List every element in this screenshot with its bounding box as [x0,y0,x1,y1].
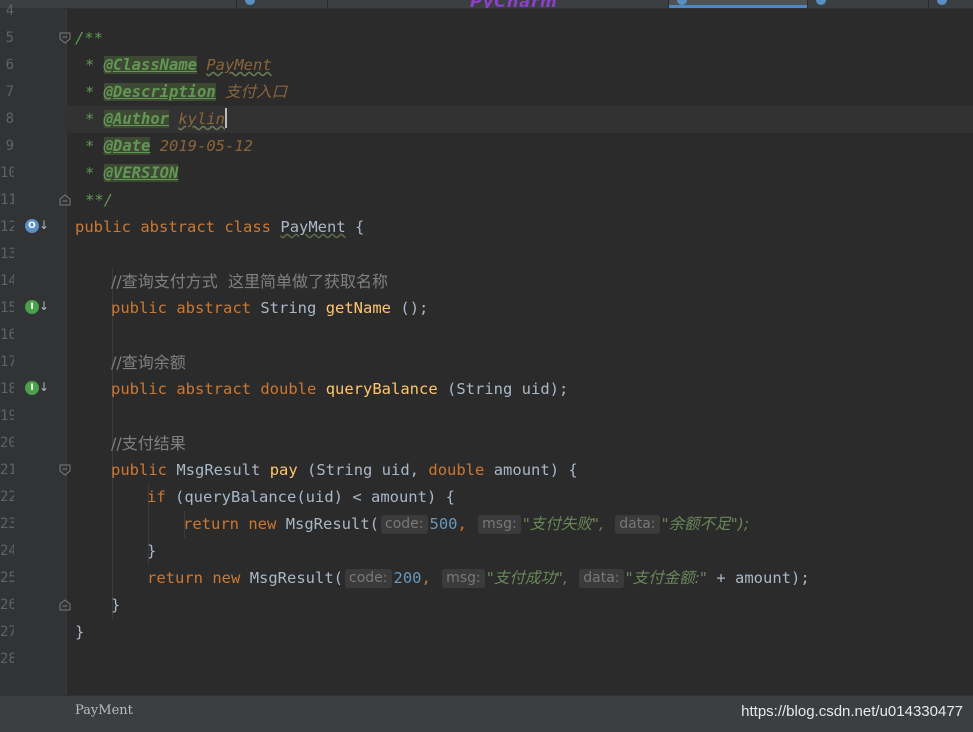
code-line-20: //支付结果 [111,430,186,457]
has-implementations-icon[interactable]: O ↓ [25,218,49,236]
implemented-method-icon[interactable]: I ↓ [25,380,49,398]
line-number: 24 [0,543,14,559]
watermark-text: https://blog.csdn.net/u014330477 [741,703,963,720]
doc-comment-open: /** [75,29,103,47]
line-number: 12 [0,219,14,235]
doc-tag: @Date [103,137,151,155]
code-line-9: * @Date 2019-05-12 [85,137,254,155]
line-number: 28 [0,651,14,667]
line-number: 14 [0,273,14,289]
code-line-10: * @VERSION [85,164,179,182]
line-comment: //支付结果 [111,434,186,453]
code-line-7: * @Description 支付入口 [85,83,288,101]
doc-value: 支付入口 [225,83,288,101]
parameter-hint: msg: [478,515,521,534]
code-line-17: //查询余额 [111,349,186,376]
code-line-23: return new MsgResult(code: 500, msg: "支付失败… [183,515,750,534]
line-number: 26 [0,597,14,613]
doc-tag: @Author [103,110,169,128]
code-line-14: //查询支付方式 这里简单做了获取名称 [111,268,388,295]
method-name: queryBalance [325,380,438,398]
code-line-6: * @ClassName PayMent [85,56,272,74]
java-file-icon [245,0,255,5]
code-line-11: **/ [85,187,113,214]
line-number: 20 [0,435,14,451]
line-number: 4 [5,3,14,19]
code-line-5: /** [75,25,103,52]
line-comment: //查询支付方式 这里简单做了获取名称 [111,272,388,291]
overlay-logo: PyCharm [470,0,582,8]
code-editor[interactable]: /** * @ClassName PayMent * @Description … [66,9,973,695]
parameter-hint: msg: [442,569,485,588]
editor-tab[interactable] [808,0,929,8]
doc-value: PayMent [206,56,272,74]
doc-tag: @Description [103,83,216,101]
line-number: 25 [0,570,14,586]
line-number: 23 [0,516,14,532]
line-number: 27 [0,624,14,640]
java-file-icon [937,0,947,5]
line-number: 22 [0,489,14,505]
editor-tab-active[interactable] [669,0,808,8]
editor-breadcrumb-bar: PayMent https://blog.csdn.net/u014330477 [0,695,973,732]
line-number: 5 [5,30,14,46]
doc-value: kylin [178,110,226,128]
doc-value: 2019-05-12 [159,137,254,155]
editor-tab[interactable] [929,0,973,8]
code-line-25: return new MsgResult(code: 200, msg: "支付成功… [147,569,810,588]
code-line-18: public abstract double queryBalance (Str… [111,380,569,398]
editor-tab[interactable] [237,0,328,8]
code-line-21: public MsgResult pay (String uid, double… [111,461,578,479]
code-line-26: } [111,596,121,614]
code-line-27: } [75,623,85,641]
code-line-22: if (queryBalance(uid) < amount) { [147,488,455,506]
editor-tab-bar: PyCharm [0,0,973,9]
line-number: 13 [0,246,14,262]
implemented-method-icon[interactable]: I ↓ [25,299,49,317]
line-number: 17 [0,354,14,370]
class-name: PayMent [280,218,346,236]
line-number: 16 [0,327,14,343]
line-number: 9 [5,138,14,154]
parameter-hint: data: [579,569,624,588]
line-number: 10 [0,165,14,181]
line-number: 11 [0,192,14,208]
line-number: 18 [0,381,14,397]
parameter-hint: data: [615,515,660,534]
line-number: 21 [0,462,14,478]
doc-tag: @ClassName [103,56,197,74]
editor-tab[interactable] [0,0,237,8]
line-number: 6 [5,57,14,73]
java-file-icon [816,0,826,5]
method-name: pay [269,461,298,479]
parameter-hint: code: [381,515,428,534]
parameter-hint: code: [345,569,392,588]
line-number: 8 [5,111,14,127]
code-line-8: * @Author kylin [85,108,228,128]
code-line-24: } [147,542,157,560]
line-comment: //查询余额 [111,353,186,372]
code-line-15: public abstract String getName (); [111,299,429,317]
method-name: getName [325,299,392,317]
doc-comment-close: **/ [85,191,113,209]
code-line-12: public abstract class PayMent { [75,218,365,236]
line-number-gutter[interactable]: 4 5 6 7 8 9 10 11 12 13 14 15 16 17 18 19 20 21 22 23 24 25 26… [0,3,71,695]
text-caret [225,108,228,128]
breadcrumb[interactable]: PayMent [75,703,133,718]
doc-tag: @VERSION [103,164,179,182]
line-number: 19 [0,408,14,424]
line-number: 15 [0,300,14,316]
line-number: 7 [5,84,14,100]
